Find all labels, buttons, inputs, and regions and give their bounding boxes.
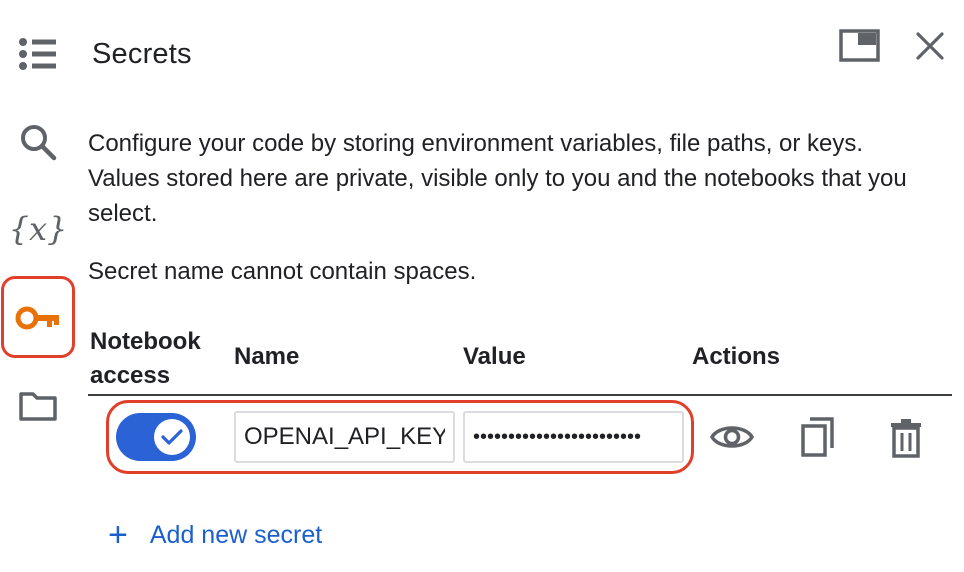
copy-icon[interactable] <box>800 416 836 463</box>
secret-name-input[interactable] <box>234 411 455 463</box>
show-value-icon[interactable] <box>709 420 755 459</box>
close-icon[interactable] <box>914 30 946 67</box>
add-new-secret-label: Add new secret <box>149 520 323 549</box>
column-header-notebook-access: Notebook access <box>90 325 201 393</box>
key-icon[interactable] <box>14 294 62 342</box>
delete-icon[interactable] <box>889 418 923 463</box>
notebook-access-toggle[interactable] <box>116 413 196 461</box>
column-header-access-line2: access <box>90 362 171 389</box>
check-icon <box>161 429 183 445</box>
secret-value-input[interactable] <box>463 411 684 463</box>
secret-name-note: Secret name cannot contain spaces. <box>88 258 477 285</box>
search-icon[interactable] <box>14 118 62 166</box>
panel-description: Configure your code by storing environme… <box>88 130 907 227</box>
toggle-knob <box>154 419 190 455</box>
table-header-divider <box>88 394 952 396</box>
variables-icon[interactable]: {x} <box>9 205 68 253</box>
plus-icon: + <box>108 516 128 554</box>
folder-icon[interactable] <box>14 382 62 430</box>
panel-title: Secrets <box>92 38 192 70</box>
table-of-contents-icon[interactable] <box>14 30 62 78</box>
open-in-tab-icon[interactable] <box>838 28 882 69</box>
column-header-name: Name <box>234 343 300 370</box>
column-header-access-line1: Notebook <box>90 328 201 355</box>
column-header-actions: Actions <box>692 343 781 370</box>
add-new-secret-button[interactable]: + Add new secret <box>108 518 322 552</box>
variables-glyph: {x} <box>8 210 68 248</box>
column-header-value: Value <box>463 343 526 370</box>
